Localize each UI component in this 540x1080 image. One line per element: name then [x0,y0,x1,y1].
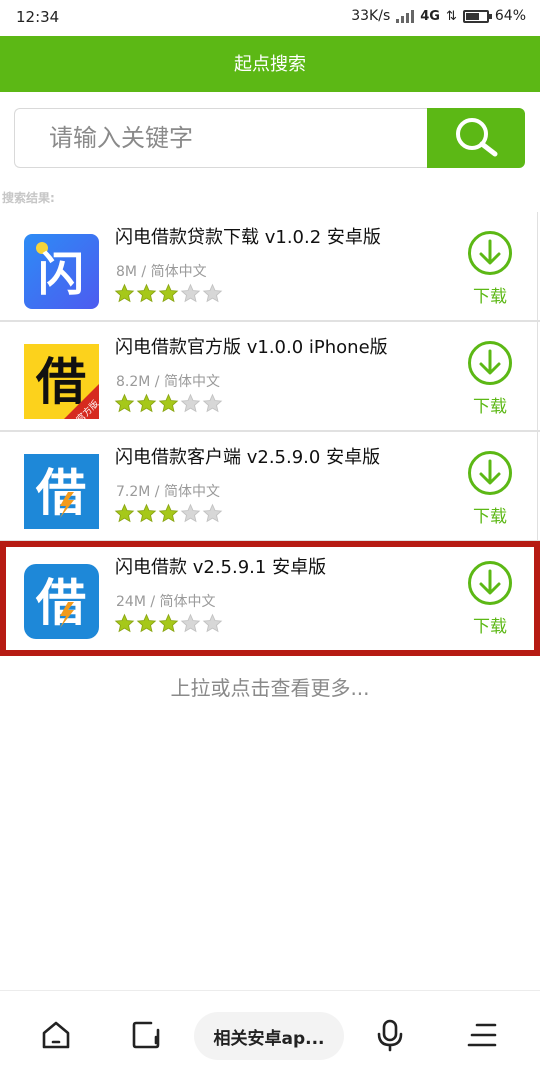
star-empty-icon [202,613,223,633]
svg-text:借: 借 [35,464,86,522]
menu-button[interactable] [462,1015,502,1055]
svg-text:借: 借 [35,574,86,632]
app-meta: 8M / 简体中文 [116,264,207,280]
net-speed: 33K/s [351,8,391,24]
star-empty-icon [202,393,223,413]
star-empty-icon [180,503,201,523]
flash-logo-icon: 闪 [36,242,84,301]
status-indicators: 33K/s 4G ⇅ 64% [351,8,526,24]
rating-stars [114,393,223,414]
star-filled-icon [114,393,135,413]
star-filled-icon [114,283,135,303]
list-edge [537,322,538,430]
search-icon [456,118,498,157]
star-empty-icon [180,283,201,303]
star-empty-icon [202,503,223,523]
list-edge [537,432,538,540]
network-type: 4G [420,8,440,24]
tabs-icon [132,1021,160,1049]
result-item[interactable]: 借 闪电借款客户端 v2.5.9.0 安卓版 7.2M / 简体中文 下载 [0,432,540,542]
battery-percent: 64% [494,8,526,24]
app-header: 起点搜索 [0,36,540,92]
voice-button[interactable] [370,1015,410,1055]
download-icon [468,451,512,495]
app-icon: 借 [24,454,99,529]
star-filled-icon [158,503,179,523]
star-filled-icon [136,393,157,413]
star-empty-icon [180,613,201,633]
list-edge [537,212,538,320]
app-meta: 8.2M / 简体中文 [116,374,220,390]
tabs-button[interactable] [126,1015,166,1055]
app-name: 闪电借款客户端 v2.5.9.0 安卓版 [115,447,381,468]
app-icon: 借 [24,564,99,639]
result-item[interactable]: 借 闪电借款 v2.5.9.1 安卓版 24M / 简体中文 下载 [0,542,540,652]
rating-stars [114,503,223,524]
download-icon [468,341,512,385]
search-input[interactable] [14,108,428,168]
star-filled-icon [136,503,157,523]
star-filled-icon [158,613,179,633]
result-item[interactable]: 闪 闪电借款贷款下载 v1.0.2 安卓版 8M / 简体中文 下载 [0,212,540,322]
home-icon [42,1021,70,1049]
related-query-pill[interactable]: 相关安卓ap... [194,1012,344,1060]
bottom-nav: 相关安卓ap... [0,990,540,1080]
borrow-logo-icon: 借 [35,574,86,632]
menu-icon [467,1023,497,1047]
app-name: 闪电借款官方版 v1.0.0 iPhone版 [115,337,388,358]
app-icon: 闪 [24,234,99,309]
search-bar [14,108,526,170]
page-title: 起点搜索 [234,54,306,75]
download-icon [468,231,512,275]
download-button[interactable]: 下载 [462,450,518,528]
home-button[interactable] [36,1015,76,1055]
result-item[interactable]: 借 官方版 闪电借款官方版 v1.0.0 iPhone版 8.2M / 简体中文… [0,322,540,432]
borrow-logo-icon: 借 官方版 [35,353,99,419]
app-meta: 24M / 简体中文 [116,594,216,610]
borrow-logo-icon: 借 [35,464,86,522]
star-filled-icon [136,613,157,633]
rating-stars [114,283,223,304]
app-icon: 借 官方版 [24,344,99,419]
star-filled-icon [158,393,179,413]
search-button[interactable] [427,108,525,168]
star-empty-icon [180,393,201,413]
battery-icon [462,9,492,23]
microphone-icon [377,1019,403,1052]
download-label: 下载 [473,617,507,637]
download-icon [468,561,512,605]
svg-text:借: 借 [35,353,86,411]
app-meta: 7.2M / 简体中文 [116,484,220,500]
signal-icon [396,9,415,23]
data-arrows-icon: ⇅ [445,8,457,24]
results-label: 搜索结果: [2,191,55,205]
star-filled-icon [114,503,135,523]
star-filled-icon [158,283,179,303]
status-time: 12:34 [16,8,60,26]
rating-stars [114,613,223,634]
app-name: 闪电借款贷款下载 v1.0.2 安卓版 [115,227,381,248]
download-button[interactable]: 下载 [462,340,518,418]
download-label: 下载 [473,287,507,307]
load-more-link[interactable]: 上拉或点击查看更多... [0,672,540,701]
status-bar: 12:34 33K/s 4G ⇅ 64% [0,0,540,36]
download-button[interactable]: 下载 [462,230,518,308]
app-name: 闪电借款 v2.5.9.1 安卓版 [115,557,327,578]
star-filled-icon [136,283,157,303]
download-label: 下载 [473,507,507,527]
download-button[interactable]: 下载 [462,560,518,638]
svg-text:闪: 闪 [38,247,84,301]
download-label: 下载 [473,397,507,417]
star-empty-icon [202,283,223,303]
star-filled-icon [114,613,135,633]
